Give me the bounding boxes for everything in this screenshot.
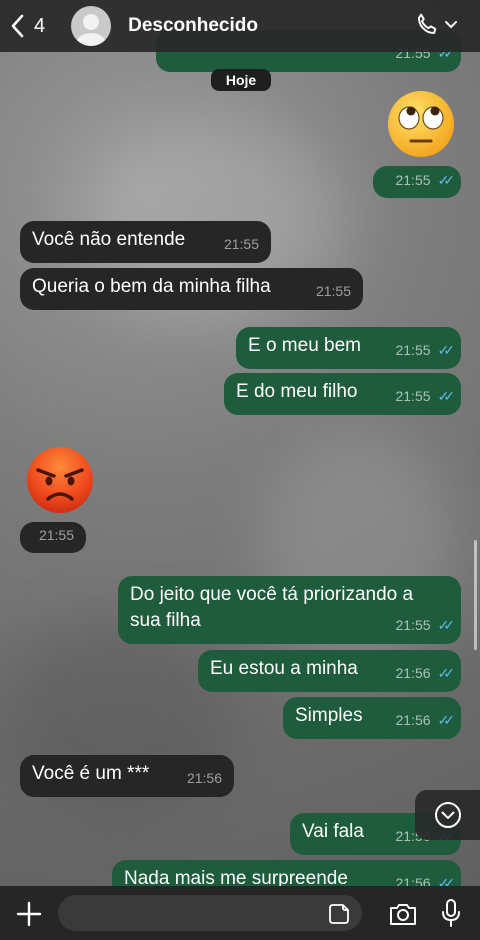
message-outgoing[interactable]: E do meu filho 21:55 ✓✓ xyxy=(224,373,461,415)
sticker-button[interactable] xyxy=(328,903,350,930)
microphone-button[interactable] xyxy=(440,898,462,933)
message-time: 21:56✓✓ xyxy=(395,707,456,733)
message-time: 21:56✓✓ xyxy=(395,660,456,686)
sticker-icon xyxy=(329,904,349,924)
scroll-indicator[interactable] xyxy=(474,540,477,650)
angry-face-icon xyxy=(27,447,93,513)
contact-name[interactable]: Desconhecido xyxy=(128,15,258,37)
call-button[interactable] xyxy=(414,12,458,38)
message-outgoing[interactable]: 21:55 ✓✓ xyxy=(373,166,461,198)
message-text-line: Do jeito que você tá priorizando a xyxy=(130,584,414,605)
message-text: Vai fala xyxy=(302,821,364,842)
read-ticks-icon: ✓✓ xyxy=(437,665,456,681)
unread-count: 4 xyxy=(34,14,46,37)
message-time: 21:55 ✓✓ xyxy=(395,337,456,363)
chat-header: 4 Desconhecido xyxy=(0,0,480,52)
message-text: E o meu bem xyxy=(248,335,361,356)
microphone-icon xyxy=(442,899,460,927)
read-ticks-icon: ✓✓ xyxy=(437,172,456,188)
message-time: 21:55 ✓✓ xyxy=(395,167,456,193)
message-time: 21:55 xyxy=(315,283,351,299)
message-text: Você é um *** xyxy=(32,763,150,784)
message-time: 21:55 ✓✓ xyxy=(395,612,456,638)
message-input[interactable] xyxy=(58,895,362,931)
message-text: E do meu filho xyxy=(236,381,358,402)
chevron-down-circle-icon xyxy=(434,802,461,828)
message-text: Simples xyxy=(295,705,363,726)
message-text: Você não entende xyxy=(32,229,186,250)
read-ticks-icon: ✓✓ xyxy=(437,712,456,728)
attach-button[interactable] xyxy=(16,901,42,932)
read-ticks-icon: ✓✓ xyxy=(437,342,456,358)
message-outgoing[interactable]: Eu estou a minha 21:56 ✓✓ xyxy=(198,650,461,692)
composer-bar xyxy=(0,886,480,940)
message-time: 21:56 xyxy=(186,770,222,786)
message-time: 21:55 ✓✓ xyxy=(395,383,456,409)
avatar[interactable] xyxy=(71,6,112,46)
message-outgoing[interactable]: E o meu bem 21:55 ✓✓ xyxy=(236,327,461,369)
read-ticks-icon: ✓✓ xyxy=(437,617,456,633)
message-incoming[interactable]: Você não entende 21:55 xyxy=(20,221,271,263)
message-text: Queria o bem da minha filha xyxy=(32,276,271,297)
message-time: 21:55 xyxy=(223,236,259,252)
chevron-left-icon xyxy=(11,14,24,38)
plus-icon xyxy=(16,901,42,927)
phone-icon xyxy=(418,13,437,34)
message-incoming[interactable]: Queria o bem da minha filha 21:55 xyxy=(20,268,363,310)
scroll-to-bottom-button[interactable] xyxy=(415,790,480,840)
read-ticks-icon: ✓✓ xyxy=(437,388,456,404)
message-outgoing[interactable]: Simples 21:56 ✓✓ xyxy=(283,697,461,739)
date-separator: Hoje xyxy=(211,69,271,91)
camera-icon xyxy=(390,904,416,925)
camera-button[interactable] xyxy=(388,901,418,932)
back-button[interactable]: 4 xyxy=(10,14,45,38)
message-text: Eu estou a minha xyxy=(210,658,358,679)
message-incoming[interactable]: 21:55 xyxy=(20,522,86,553)
message-time: 21:55 xyxy=(38,527,74,543)
message-outgoing[interactable]: Do jeito que você tá priorizando a sua f… xyxy=(118,576,461,644)
message-incoming[interactable]: Você é um *** 21:56 xyxy=(20,755,234,797)
message-outgoing-emoji[interactable] xyxy=(385,88,457,160)
message-incoming-emoji[interactable] xyxy=(24,444,96,516)
face-with-rolling-eyes-icon xyxy=(388,91,454,157)
chevron-down-icon xyxy=(445,21,457,29)
